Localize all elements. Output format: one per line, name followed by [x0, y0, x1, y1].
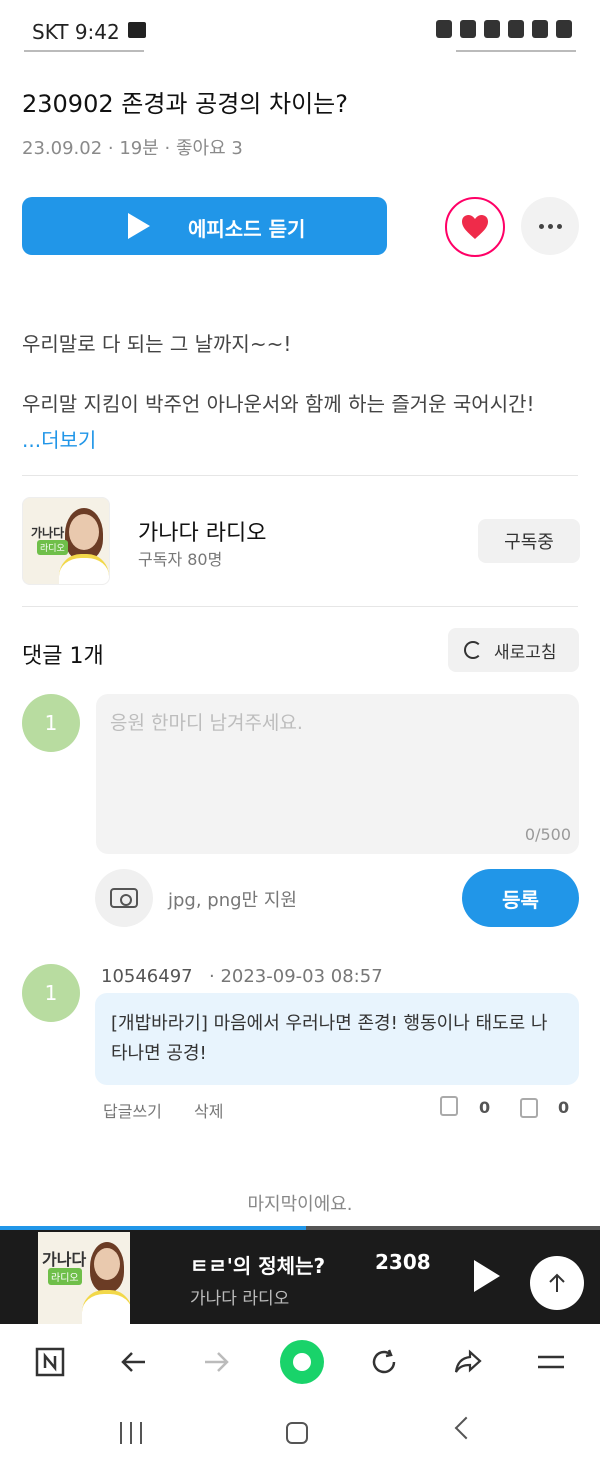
comment-avatar: 1: [22, 964, 80, 1022]
like-button[interactable]: [445, 197, 505, 257]
status-icons: [436, 20, 572, 38]
thumb-title: 가나다: [42, 1250, 87, 1269]
status-carrier-time: SKT 9:42: [32, 20, 120, 44]
player-title: ㅌㄹ'의 정체는?: [190, 1254, 326, 1278]
player-channel: 가나다 라디오: [190, 1289, 290, 1309]
play-episode-label: 에피소드 듣기: [188, 217, 306, 241]
back-icon[interactable]: [454, 1416, 478, 1440]
divider: [22, 475, 578, 476]
divider: [456, 50, 576, 52]
bar: [120, 1422, 122, 1444]
bar: [140, 1422, 142, 1444]
like-count: 0: [479, 1098, 491, 1117]
battery-icon: [556, 20, 572, 38]
signal-icon: [532, 20, 548, 38]
comment-user: 10546497: [101, 966, 193, 987]
menu-icon[interactable]: [535, 1346, 567, 1378]
heart-icon: [462, 215, 488, 239]
thumb-figure: [59, 554, 109, 584]
wifi-icon: [508, 20, 524, 38]
battery-saver-icon: [436, 20, 452, 38]
comment-text: [개밥바라기] 마음에서 우러나면 존경! 행동이나 태도로 나타나면 공경!: [95, 993, 579, 1085]
thumb-subtitle: 라디오: [37, 540, 68, 555]
camera-icon: [110, 888, 138, 908]
status-bar: SKT 9:42: [0, 0, 600, 64]
bar: [130, 1422, 132, 1444]
char-count: 0/500: [524, 825, 571, 844]
home-icon[interactable]: [286, 1422, 308, 1444]
divider: [24, 50, 144, 52]
end-of-list-note: 마지막이에요.: [247, 1194, 353, 1215]
comments-title: 댓글 1개: [22, 644, 104, 669]
episode-title: 230902 존경과 공경의 차이는?: [22, 90, 348, 118]
thumbs-up-icon[interactable]: [440, 1096, 458, 1116]
player-thumbnail: 가나다 라디오: [38, 1232, 130, 1324]
thumbs-down-icon[interactable]: [520, 1098, 538, 1118]
share-icon[interactable]: [452, 1346, 484, 1378]
play-icon: [128, 213, 150, 239]
system-nav-bar: [0, 1400, 600, 1467]
episode-meta: 23.09.02 · 19분 · 좋아요 3: [22, 138, 243, 159]
mini-player[interactable]: 가나다 라디오 ㅌㄹ'의 정체는? 2308 가나다 라디오: [0, 1226, 600, 1324]
gallery-icon: [128, 22, 146, 38]
dot-icon: [547, 223, 553, 229]
refresh-label: 새로고침: [494, 642, 557, 663]
player-code: 2308: [375, 1250, 431, 1274]
comment-input-box[interactable]: 0/500: [96, 694, 579, 854]
alarm-icon: [460, 20, 476, 38]
mute-icon: [484, 20, 500, 38]
divider: [22, 606, 578, 607]
thumb-title: 가나다: [31, 526, 65, 540]
naver-n-icon[interactable]: [34, 1346, 66, 1378]
description-line-1: 우리말로 다 되는 그 날까지~~!: [22, 332, 292, 356]
refresh-icon: [464, 641, 482, 659]
my-avatar: 1: [22, 694, 80, 752]
attach-image-button[interactable]: [95, 869, 153, 927]
channel-subscribers: 구독자 80명: [138, 550, 223, 569]
thumb-figure: [82, 1290, 130, 1324]
player-play-icon[interactable]: [474, 1260, 500, 1292]
reload-icon[interactable]: [368, 1346, 400, 1378]
delete-button[interactable]: 삭제: [194, 1098, 223, 1122]
channel-thumbnail[interactable]: 가나다 라디오: [22, 497, 110, 585]
dot-icon: [538, 223, 544, 229]
thumb-figure: [94, 1248, 120, 1280]
description-line-2: 우리말 지킴이 박주언 아나운서와 함께 하는 즐거운 국어시간!: [22, 392, 535, 416]
browser-nav-bar: [0, 1324, 600, 1400]
back-arrow-icon[interactable]: [118, 1346, 150, 1378]
dislike-count: 0: [558, 1098, 570, 1117]
comment-date: · 2023-09-03 08:57: [209, 966, 383, 987]
read-more-link[interactable]: ...더보기: [22, 424, 96, 453]
progress-fill: [0, 1226, 306, 1230]
comment-input[interactable]: [96, 694, 579, 854]
refresh-button[interactable]: 새로고침: [448, 628, 579, 672]
arrow-up-icon: [549, 1273, 565, 1292]
dot-icon: [556, 223, 562, 229]
play-episode-button[interactable]: 에피소드 듣기: [22, 197, 387, 255]
reply-button[interactable]: 답글쓰기: [103, 1098, 162, 1122]
subscribe-button[interactable]: 구독중: [478, 519, 580, 563]
green-circle-icon[interactable]: [280, 1340, 324, 1384]
progress-track[interactable]: [0, 1226, 600, 1230]
channel-name[interactable]: 가나다 라디오: [138, 515, 266, 547]
forward-arrow-icon[interactable]: [200, 1346, 232, 1378]
thumb-figure: [69, 514, 99, 550]
scroll-top-button[interactable]: [530, 1256, 584, 1310]
recent-apps-icon[interactable]: [120, 1422, 142, 1444]
upload-note: jpg, png만 지원: [168, 890, 297, 911]
thumb-subtitle: 라디오: [48, 1268, 82, 1285]
submit-comment-button[interactable]: 등록: [462, 869, 579, 927]
more-options-button[interactable]: [521, 197, 579, 255]
